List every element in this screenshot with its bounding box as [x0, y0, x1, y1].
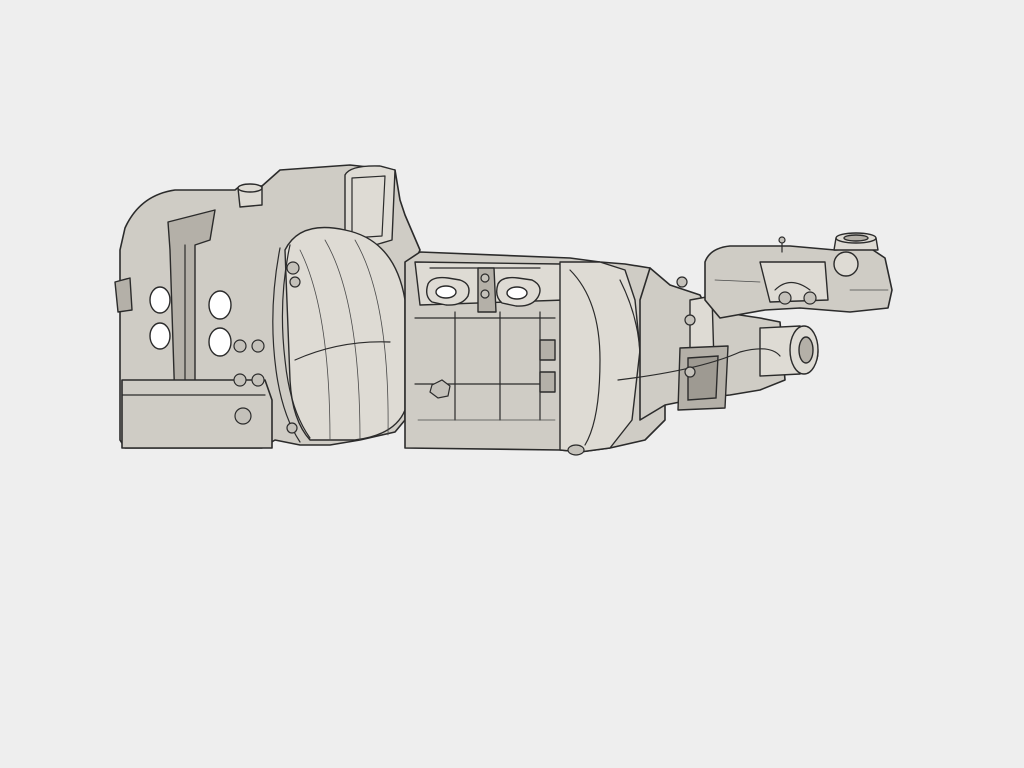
rear-cover[interactable] — [704, 232, 893, 319]
gearbox-case[interactable] — [404, 251, 666, 456]
3d-viewport[interactable] — [0, 0, 1024, 768]
bell-housing[interactable] — [114, 164, 421, 449]
transmission-model[interactable] — [0, 0, 1024, 768]
